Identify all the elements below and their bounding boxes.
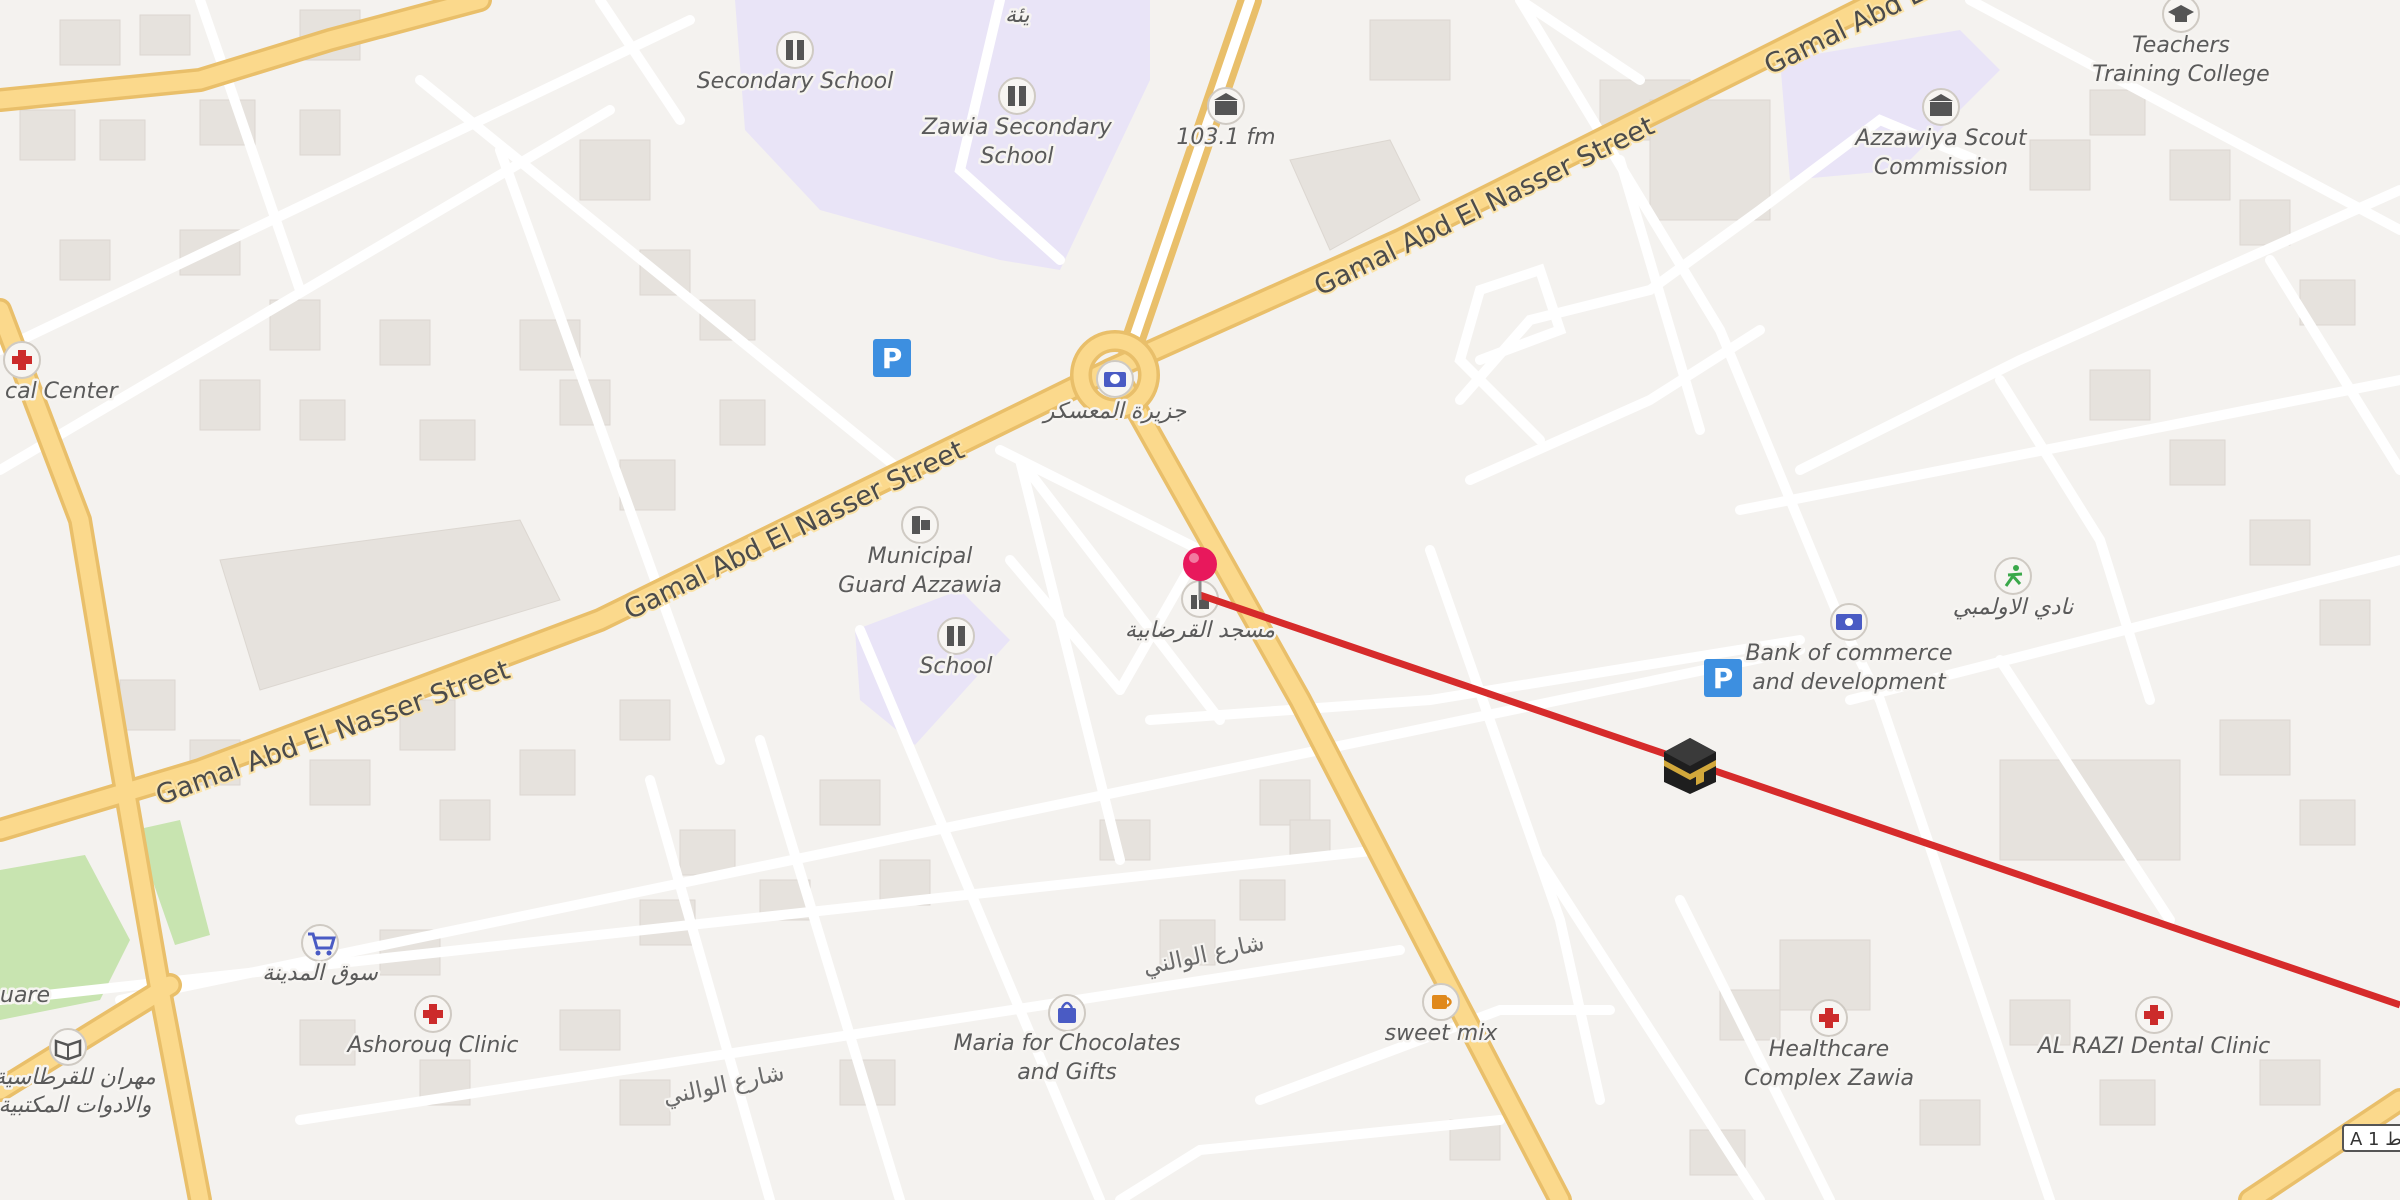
svg-text:Maria for Chocolates: Maria for Chocolates xyxy=(954,1031,1181,1056)
svg-text:Bank of commerce: Bank of commerce xyxy=(1745,641,1952,666)
svg-text:Teachers: Teachers xyxy=(2132,33,2230,58)
svg-text:Guard Azzawia: Guard Azzawia xyxy=(838,573,1002,598)
svg-text:مسجد القرضابية: مسجد القرضابية xyxy=(1125,618,1275,643)
svg-text:and Gifts: and Gifts xyxy=(1017,1060,1116,1085)
map-canvas[interactable]: P P Gamal Abd El Nasser Street Gamal Abd… xyxy=(0,0,2400,1200)
svg-text:Commission: Commission xyxy=(1874,155,2008,180)
svg-text:Municipal: Municipal xyxy=(868,544,973,569)
svg-text:P: P xyxy=(1713,662,1734,695)
svg-text:والادوات المكتبية: والادوات المكتبية xyxy=(0,1093,151,1118)
svg-text:School: School xyxy=(980,144,1053,169)
poi-label-partial-top: يئة xyxy=(1005,3,1030,28)
svg-text:جزيرة المعسكر: جزيرة المعسكر xyxy=(1041,399,1187,424)
svg-text:P: P xyxy=(882,342,903,375)
svg-text:A 1 ط: A 1 ط xyxy=(2350,1129,2400,1150)
svg-text:مهران للقرطاسية: مهران للقرطاسية xyxy=(0,1065,156,1090)
svg-text:Training College: Training College xyxy=(2092,62,2269,87)
camera-icon xyxy=(1104,372,1126,387)
svg-text:cal Center: cal Center xyxy=(5,379,120,404)
parking-sign[interactable]: P xyxy=(1704,659,1742,697)
svg-text:AL RAZI Dental Clinic: AL RAZI Dental Clinic xyxy=(2036,1034,2271,1059)
svg-text:sweet mix: sweet mix xyxy=(1385,1021,1499,1046)
parking-sign[interactable]: P xyxy=(873,339,911,377)
svg-text:Secondary School: Secondary School xyxy=(697,69,894,94)
svg-text:Azzawiya Scout: Azzawiya Scout xyxy=(1853,126,2028,151)
svg-text:Healthcare: Healthcare xyxy=(1769,1037,1889,1062)
svg-text:Complex Zawia: Complex Zawia xyxy=(1744,1066,1914,1091)
svg-text:and development: and development xyxy=(1752,670,1947,695)
svg-text:103.1 fm: 103.1 fm xyxy=(1176,125,1275,150)
svg-text:School: School xyxy=(919,654,992,679)
poi-label-partial-square: uare xyxy=(0,983,50,1008)
route-shield: A 1 ط xyxy=(2342,1124,2400,1152)
svg-text:Ashorouq Clinic: Ashorouq Clinic xyxy=(345,1033,518,1058)
bank-icon xyxy=(1836,614,1862,630)
svg-text:سوق المدينة: سوق المدينة xyxy=(262,961,378,986)
svg-text:Zawia Secondary: Zawia Secondary xyxy=(921,115,1113,140)
svg-text:نادي الاولمبي: نادي الاولمبي xyxy=(1953,595,2074,620)
